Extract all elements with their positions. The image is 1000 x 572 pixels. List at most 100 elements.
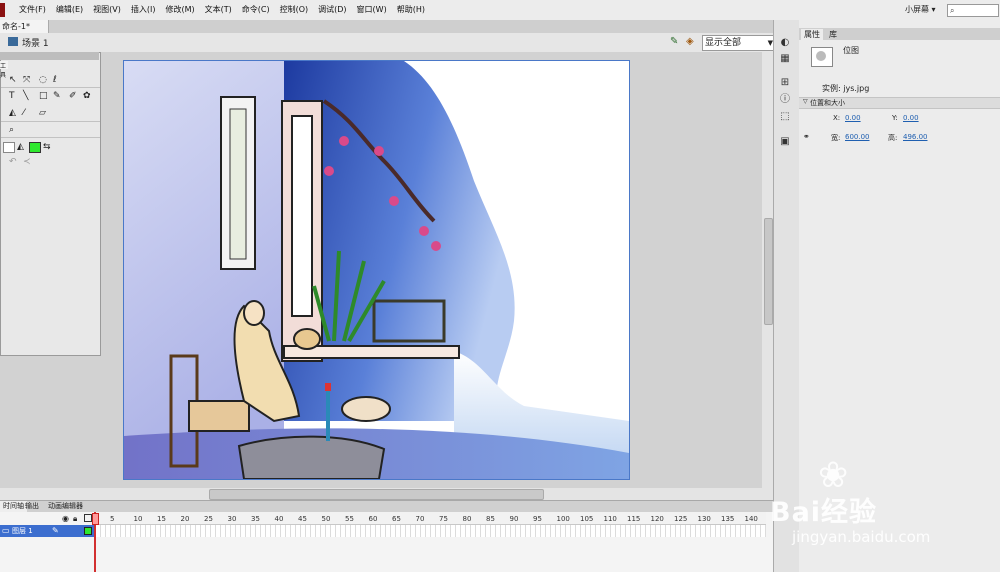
help-search-input[interactable]: ⌕: [947, 4, 999, 17]
frame-number-label: 60: [368, 515, 378, 523]
menu-modify[interactable]: 修改(M): [160, 0, 199, 20]
rectangle-tool-icon[interactable]: □: [39, 91, 48, 101]
playhead-handle[interactable]: [92, 513, 99, 525]
link-dimensions-icon[interactable]: ⚭: [803, 132, 810, 141]
document-tab-bar: [0, 20, 773, 33]
tab-library[interactable]: 库: [826, 29, 840, 40]
eraser-tool-icon[interactable]: ▱: [39, 108, 46, 118]
menu-view[interactable]: 视图(V): [88, 0, 126, 20]
frame-number-label: 70: [415, 515, 425, 523]
menu-insert[interactable]: 插入(I): [126, 0, 161, 20]
snap-icon[interactable]: ↶: [9, 157, 17, 167]
line-tool-icon[interactable]: ╲: [23, 91, 28, 101]
tools-panel-header[interactable]: [0, 52, 99, 60]
width-label: 宽:: [831, 134, 841, 142]
frame-track[interactable]: [96, 525, 766, 537]
pencil-tool-icon[interactable]: ✎: [53, 91, 61, 101]
smooth-icon[interactable]: ≺: [23, 157, 31, 167]
selection-tool-icon[interactable]: ↖: [9, 75, 17, 85]
position-size-title: 位置和大小: [810, 99, 845, 107]
frame-number-label: 120: [650, 515, 664, 523]
width-value[interactable]: 600.00: [845, 133, 870, 141]
frame-number-label: 125: [674, 515, 688, 523]
menu-edit[interactable]: 编辑(E): [51, 0, 88, 20]
frame-number-label: 55: [345, 515, 354, 523]
paint-bucket-tool-icon[interactable]: ◭: [9, 108, 16, 118]
frame-ruler[interactable]: [96, 512, 766, 525]
vertical-scroll-thumb[interactable]: [764, 218, 773, 325]
collapse-triangle-icon[interactable]: ▽: [803, 98, 808, 105]
tab-output[interactable]: 输出: [22, 501, 42, 512]
stroke-color-swatch[interactable]: [3, 142, 15, 153]
tab-motion-editor[interactable]: 动画编辑器: [45, 501, 86, 512]
info-panel-icon[interactable]: ⓘ: [779, 95, 791, 105]
transform-panel-icon[interactable]: ⬚: [779, 112, 791, 122]
document-tab[interactable]: 命名-1*: [0, 20, 49, 33]
frame-number-label: 30: [227, 515, 237, 523]
workspace-switcher[interactable]: 小屏幕 ▾: [905, 4, 936, 15]
horizontal-scroll-thumb[interactable]: [209, 489, 544, 500]
menu-help[interactable]: 帮助(H): [392, 0, 430, 20]
zoom-tool-icon[interactable]: ⌕: [9, 125, 14, 135]
instance-caption: 实例:: [822, 84, 841, 93]
frame-number-label: 15: [157, 515, 166, 523]
text-tool-icon[interactable]: T: [9, 91, 15, 101]
frame-number-label: 140: [744, 515, 758, 523]
pencil-icon: ✎: [52, 526, 59, 535]
deco-tool-icon[interactable]: ✿: [83, 91, 91, 101]
lock-layers-icon[interactable]: 🔒︎: [73, 514, 77, 524]
scene-icon: [8, 37, 18, 46]
show-hide-icon[interactable]: ◉: [62, 514, 69, 523]
eyedropper-tool-icon[interactable]: ⁄: [23, 108, 25, 118]
color-panel-icon[interactable]: ◐: [779, 38, 791, 48]
menu-commands[interactable]: 命令(C): [237, 0, 275, 20]
menu-file[interactable]: 文件(F): [14, 0, 51, 20]
menu-text[interactable]: 文本(T): [200, 0, 237, 20]
bitmap-preview: [816, 51, 826, 61]
frame-number-label: 100: [556, 515, 570, 523]
align-panel-icon[interactable]: ⊞: [779, 78, 791, 88]
lasso-tool-icon[interactable]: ℓ: [53, 75, 57, 85]
free-transform-tool-icon[interactable]: ⤧: [23, 75, 30, 85]
stage-canvas[interactable]: [123, 60, 630, 480]
frame-number-label: 10: [133, 515, 143, 523]
instance-value: jys.jpg: [843, 84, 870, 93]
frame-number-label: 25: [204, 515, 213, 523]
frame-number-label: 115: [627, 515, 641, 523]
menu-debug[interactable]: 调试(D): [313, 0, 351, 20]
zoom-select[interactable]: 显示全部 ▼: [702, 35, 776, 51]
watermark-brand: Bai经验: [770, 497, 878, 528]
tab-properties[interactable]: 属性: [801, 29, 823, 40]
frame-number-label: 85: [486, 515, 495, 523]
tools-panel: ↖ ⤧ ◌ ℓ T ╲ □ ✎ ✐ ✿ ◭ ⁄ ▱ ⌕ ◭ ⇆ ↶ ≺: [0, 52, 101, 356]
height-value[interactable]: 496.00: [903, 133, 928, 141]
tool-separator: [1, 121, 100, 122]
menu-window[interactable]: 窗口(W): [352, 0, 392, 20]
components-panel-icon[interactable]: ▣: [779, 137, 791, 147]
brush-tool-icon[interactable]: ✐: [69, 91, 77, 101]
x-value[interactable]: 0.00: [845, 114, 861, 122]
tools-panel-tab[interactable]: 工具: [0, 61, 8, 79]
edit-scene-icon[interactable]: ✎: [670, 36, 678, 47]
layer-outline-color[interactable]: [84, 527, 92, 535]
fill-color-swatch[interactable]: [29, 142, 41, 153]
frame-number-label: 75: [439, 515, 448, 523]
frame-number-label: 40: [274, 515, 284, 523]
fill-bucket-icon: ◭: [17, 142, 24, 152]
stage-bitmap-image[interactable]: [124, 61, 629, 479]
zoom-value: 显示全部: [705, 38, 742, 48]
y-value[interactable]: 0.00: [903, 114, 919, 122]
scene-breadcrumb[interactable]: 场景 1: [22, 36, 49, 49]
app-logo-icon: [0, 3, 5, 17]
outline-toggle-icon[interactable]: [84, 514, 92, 522]
swatches-panel-icon[interactable]: ▦: [779, 54, 791, 64]
edit-symbol-icon[interactable]: ◈: [686, 36, 694, 47]
edit-bar: [0, 33, 773, 53]
frame-number-label: 110: [603, 515, 617, 523]
frame-number-label: 90: [509, 515, 519, 523]
menu-control[interactable]: 控制(O): [275, 0, 314, 20]
3d-rotation-tool-icon[interactable]: ◌: [39, 75, 47, 85]
swap-colors-icon[interactable]: ⇆: [43, 142, 51, 152]
tool-separator: [1, 87, 100, 88]
layer-name[interactable]: 图层 1: [12, 526, 33, 536]
